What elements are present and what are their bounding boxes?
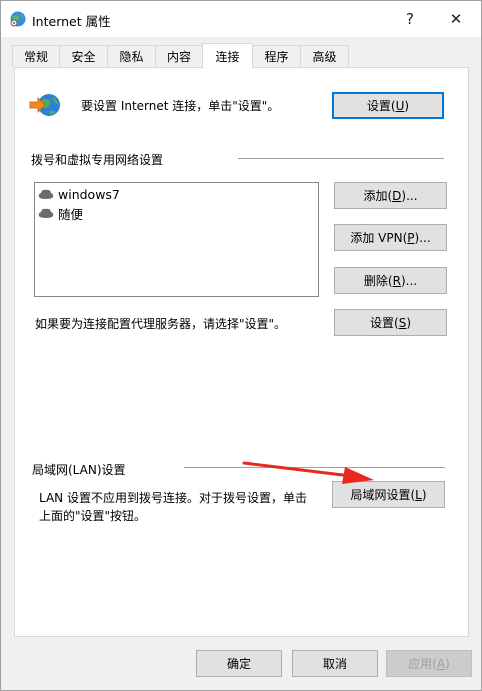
lan-button-accesskey: L	[415, 487, 422, 502]
internet-options-icon	[10, 11, 26, 27]
settings-button-accesskey: S	[398, 315, 407, 330]
cancel-button[interactable]: 取消	[292, 650, 378, 677]
tab-advanced[interactable]: 高级	[300, 45, 349, 67]
dialup-connection-icon	[38, 208, 54, 218]
apply-button[interactable]: 应用(A)	[386, 650, 472, 677]
tab-general[interactable]: 常规	[12, 45, 60, 67]
help-button[interactable]: ?	[389, 1, 431, 37]
delete-button-accesskey: R	[392, 273, 401, 288]
setup-button-accesskey: U	[395, 98, 405, 113]
dialup-connection-icon	[38, 189, 54, 199]
add-button-label: 添加(	[363, 189, 393, 203]
lan-section-title: 局域网(LAN)设置	[32, 463, 126, 477]
dialup-section-divider	[238, 158, 444, 159]
settings-button-tail: )	[406, 315, 411, 330]
connection-name: windows7	[58, 186, 120, 202]
apply-button-label: 应用(	[408, 657, 437, 671]
connection-name: 随便	[58, 206, 84, 222]
tab-programs[interactable]: 程序	[252, 45, 301, 67]
internet-properties-window: Internet 属性 ? ✕ 常规 安全 隐私 内容 连接 程序 高级 要设置…	[0, 0, 482, 691]
proxy-description: 如果要为连接配置代理服务器，请选择"设置"。	[35, 317, 287, 331]
internet-connection-wizard-icon	[29, 94, 60, 116]
setup-button-label: 设置(	[366, 99, 396, 113]
lan-description-line1: LAN 设置不应用到拨号连接。对于拨号设置，单击	[39, 491, 307, 505]
add-vpn-button-accesskey: P	[407, 230, 415, 245]
lan-button-tail: )	[421, 487, 427, 502]
add-button-tail: )...	[401, 188, 418, 203]
annotation-arrow-icon	[242, 461, 374, 484]
add-vpn-button-label: 添加 VPN(	[350, 231, 408, 245]
add-vpn-button-tail: )...	[414, 230, 431, 245]
dialup-section-title: 拨号和虚拟专用网络设置	[31, 153, 164, 167]
close-button[interactable]: ✕	[435, 1, 477, 37]
setup-button-tail: )	[404, 98, 410, 113]
tab-privacy[interactable]: 隐私	[107, 45, 156, 67]
setup-description: 要设置 Internet 连接，单击"设置"。	[81, 99, 280, 113]
apply-button-tail: )	[445, 656, 450, 671]
lan-button-label: 局域网设置(	[350, 488, 416, 502]
setup-button[interactable]: 设置(U)	[332, 92, 444, 119]
list-item[interactable]: 随便	[38, 204, 83, 222]
apply-button-accesskey: A	[436, 656, 446, 671]
title-bar: Internet 属性 ? ✕	[1, 1, 481, 37]
add-vpn-button[interactable]: 添加 VPN(P)...	[334, 224, 447, 251]
add-connection-button[interactable]: 添加(D)...	[334, 182, 447, 209]
tab-connections[interactable]: 连接	[202, 43, 253, 69]
delete-button-label: 删除(	[363, 274, 393, 288]
lan-description-line2: 上面的"设置"按钮。	[39, 509, 147, 523]
connection-list[interactable]: windows7 随便	[34, 182, 319, 297]
add-button-accesskey: D	[392, 188, 402, 203]
tab-content[interactable]: 内容	[155, 45, 203, 67]
connection-settings-button[interactable]: 设置(S)	[334, 309, 447, 336]
ok-button[interactable]: 确定	[196, 650, 282, 677]
window-title: Internet 属性	[32, 14, 111, 29]
tab-security[interactable]: 安全	[59, 45, 108, 67]
list-item[interactable]: windows7	[38, 185, 120, 203]
delete-connection-button[interactable]: 删除(R)...	[334, 267, 447, 294]
delete-button-tail: )...	[400, 273, 418, 288]
settings-button-label: 设置(	[370, 316, 399, 330]
